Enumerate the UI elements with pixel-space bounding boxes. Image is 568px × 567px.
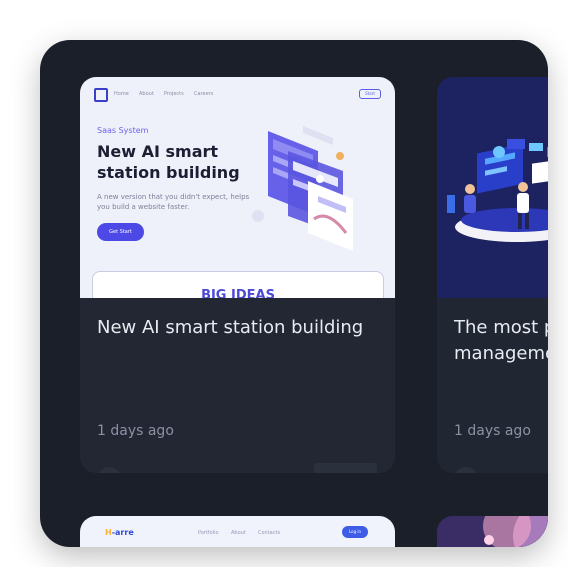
preview-nav-link: About	[139, 91, 154, 97]
card-thumbnail[interactable]	[437, 77, 548, 298]
preview-logo-icon	[94, 88, 108, 102]
preview-nav-link: Contacts	[258, 530, 281, 536]
isometric-people-illustration	[447, 139, 548, 242]
article-card[interactable]	[437, 516, 548, 547]
preview-banner-text: BIG IDEAS	[201, 288, 275, 298]
preview-logo: H-arre	[105, 528, 134, 537]
card-thumbnail[interactable]: H-arre Portfolio About Contacts Log in	[80, 516, 395, 547]
article-card[interactable]: Home About Projects Careers Start Saas S…	[80, 77, 395, 473]
preview-navbar: Home About Projects Careers Start	[80, 77, 395, 107]
preview-banner: BIG IDEAS	[92, 271, 384, 298]
article-card[interactable]: The most popular management 1 days ago	[437, 77, 548, 473]
card-date: 1 days ago	[97, 423, 174, 439]
preview-cta-button: Get Start	[97, 223, 144, 241]
preview-nav-link: Home	[114, 91, 129, 97]
app-frame: Home About Projects Careers Start Saas S…	[40, 40, 548, 547]
preview-kicker: Saas System	[97, 126, 149, 135]
abstract-purple-illustration	[437, 516, 548, 547]
preview-nav-link: Portfolio	[198, 530, 219, 536]
card-thumbnail[interactable]: Home About Projects Careers Start Saas S…	[80, 77, 395, 298]
card-title[interactable]: New AI smart station building	[97, 315, 382, 341]
preview-nav-link: About	[231, 530, 246, 536]
preview-subtext: A new version that you didn't expect, he…	[97, 193, 250, 211]
card-title[interactable]: The most popular management	[454, 315, 548, 367]
isometric-dashboard-illustration	[252, 126, 353, 251]
avatar-placeholder	[97, 467, 121, 473]
preview-nav-link: Careers	[194, 91, 214, 97]
preview-nav-link: Projects	[164, 91, 184, 97]
preview-login-button: Log in	[342, 526, 368, 538]
preview-headline: New AI smart station building	[97, 142, 240, 182]
card-thumbnail[interactable]	[437, 516, 548, 547]
action-button-placeholder[interactable]	[314, 463, 377, 473]
avatar-placeholder	[454, 467, 478, 473]
preview-start-button: Start	[359, 89, 381, 99]
card-date: 1 days ago	[454, 423, 531, 439]
article-card[interactable]: H-arre Portfolio About Contacts Log in	[80, 516, 395, 547]
